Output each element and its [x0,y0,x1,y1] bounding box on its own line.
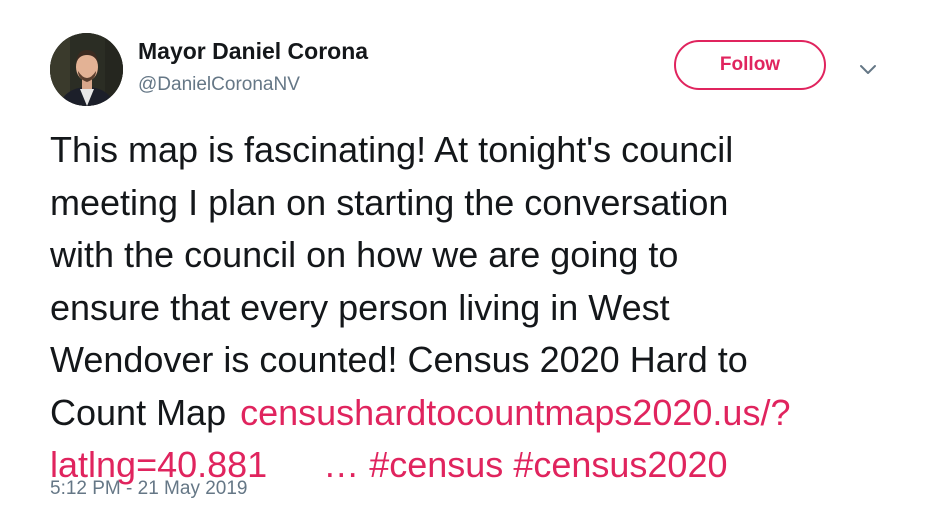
hashtag-census2020[interactable]: #census2020 [513,444,727,485]
author-handle[interactable]: @DanielCoronaNV [138,74,300,96]
follow-button[interactable]: Follow [674,40,826,90]
tweet-text-line: This map is fascinating! At tonight's co… [50,129,734,170]
link-ellipsis[interactable]: … [323,444,359,485]
profile-photo-icon [50,33,123,106]
chevron-down-icon [860,65,876,74]
tweet-card: Mayor Daniel Corona @DanielCoronaNV Foll… [0,0,931,516]
tweet-text: This map is fascinating! At tonight's co… [50,124,900,492]
tweet-text-line: Wendover is counted! Census 2020 Hard to [50,339,748,380]
census-map-link[interactable]: censushardtocountmaps2020.us/? [240,392,790,433]
tweet-timestamp[interactable]: 5:12 PM - 21 May 2019 [50,478,248,500]
more-options-button[interactable] [857,58,879,80]
hashtag-census[interactable]: #census [369,444,503,485]
tweet-text-line: ensure that every person living in West [50,286,670,328]
tweet-text-line: with the council on how we are going to [50,234,679,275]
tweet-text-fragment: Count Map [50,391,227,433]
tweet-text-line: Count Map censushardtocountmaps2020.us/? [50,387,900,440]
tweet-text-line: meeting I plan on starting the conversat… [50,181,729,223]
author-display-name[interactable]: Mayor Daniel Corona [138,38,368,65]
avatar[interactable] [50,33,123,106]
